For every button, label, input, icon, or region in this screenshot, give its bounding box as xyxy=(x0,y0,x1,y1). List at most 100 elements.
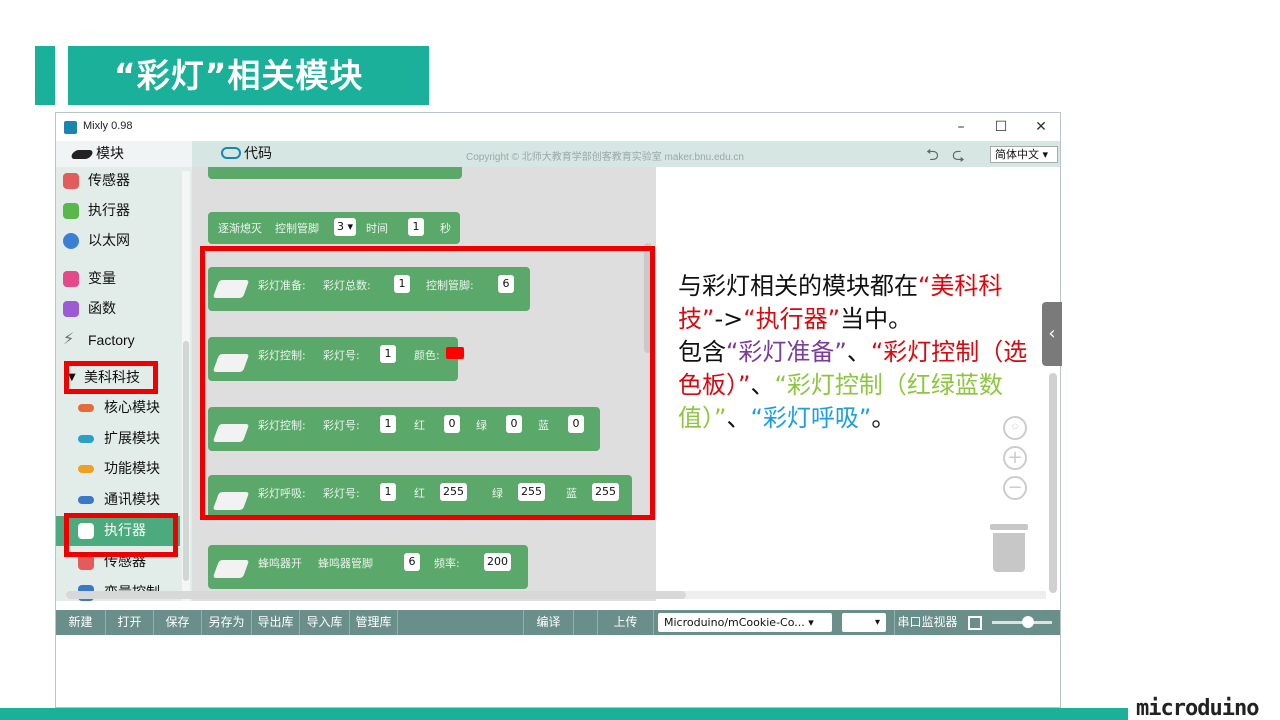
title-bar: Mixly 0.98 – ☐ ✕ xyxy=(56,113,1060,141)
note-text: 与彩灯相关的模块都在 xyxy=(678,272,918,300)
compile-button[interactable]: 编译 xyxy=(524,610,574,635)
toolbar-spacer xyxy=(398,610,524,635)
category-function-module[interactable]: 功能模块 xyxy=(56,454,180,484)
category-core-module[interactable]: 核心模块 xyxy=(56,393,180,423)
workspace-horizontal-scrollbar[interactable] xyxy=(66,591,1046,599)
slide-title: “彩灯”相关模块 xyxy=(68,46,429,105)
mixly-app-icon xyxy=(64,121,77,134)
zoom-slider-knob[interactable] xyxy=(1022,616,1034,628)
footer-bar xyxy=(0,708,1128,720)
tab-blocks[interactable]: 模块 xyxy=(56,141,192,167)
board-select[interactable]: Microduino/mCookie-Co... ▾ xyxy=(658,613,832,632)
category-extension-module[interactable]: 扩展模块 xyxy=(56,424,180,454)
highlight-led-blocks xyxy=(200,246,655,520)
open-button[interactable]: 打开 xyxy=(106,610,154,635)
new-button[interactable]: 新建 xyxy=(56,610,106,635)
comm-module-icon xyxy=(78,496,94,504)
category-variables[interactable]: 变量 xyxy=(56,264,180,294)
note-text: 当中。 xyxy=(840,305,913,333)
category-label: 通讯模块 xyxy=(104,492,160,508)
tab-code[interactable]: 代码 xyxy=(221,141,272,167)
note-item-breath: “彩灯呼吸” xyxy=(750,404,872,432)
bottom-toolbar: 新建 打开 保存 另存为 导出库 导入库 管理库 编译 上传 Microduin… xyxy=(56,610,1060,635)
annotation-text: 与彩灯相关的模块都在“美科科技”->“执行器”当中。 包含“彩灯准备”、“彩灯控… xyxy=(678,270,1034,435)
buzzer-pin-field[interactable]: 6 xyxy=(404,553,420,571)
frequency-field[interactable]: 200 xyxy=(484,553,511,571)
category-label: 函数 xyxy=(88,301,116,317)
block-label: 逐渐熄灭 xyxy=(218,222,262,235)
scrollbar-thumb[interactable] xyxy=(66,591,686,599)
block-buzzer-on[interactable]: 蜂鸣器开 蜂鸣器管脚 6 频率: 200 xyxy=(208,545,528,589)
category-label: 扩展模块 xyxy=(104,431,160,447)
block-label: 时间 xyxy=(366,222,388,235)
category-sensor[interactable]: 传感器 xyxy=(56,167,180,196)
globe-icon xyxy=(63,233,79,249)
note-text: 、 xyxy=(846,338,871,366)
category-actuator[interactable]: 执行器 xyxy=(56,196,180,226)
port-select[interactable]: ▾ xyxy=(842,613,886,632)
header-accent-bar xyxy=(35,46,55,105)
chip-icon[interactable] xyxy=(968,616,982,630)
workspace-vertical-scrollbar[interactable] xyxy=(1049,373,1057,593)
actuator-icon xyxy=(63,203,79,219)
trash-can xyxy=(993,533,1025,572)
brand-logo: microduino xyxy=(1136,696,1259,720)
time-field[interactable]: 1 xyxy=(408,218,424,236)
tab-blocks-label: 模块 xyxy=(96,146,124,162)
category-functions[interactable]: 函数 xyxy=(56,294,180,324)
slide: “彩灯”相关模块 Mixly 0.98 – ☐ ✕ 模块 代码 Copyrigh… xyxy=(0,0,1280,720)
note-text: 。 xyxy=(871,404,896,432)
minimize-button[interactable]: – xyxy=(946,117,976,137)
output-console[interactable] xyxy=(56,635,1060,707)
partial-block[interactable] xyxy=(208,167,462,179)
sensor-icon xyxy=(63,173,79,189)
block-label: 蜂鸣器管脚 xyxy=(318,557,373,570)
category-label: 核心模块 xyxy=(104,400,160,416)
category-label: Factory xyxy=(88,332,135,348)
category-scrollbar[interactable] xyxy=(182,171,190,601)
code-icon xyxy=(221,147,241,159)
scrollbar-thumb[interactable] xyxy=(183,341,189,581)
serial-monitor-button[interactable]: 串口监视器 xyxy=(894,610,960,635)
note-highlight: “执行器” xyxy=(743,305,841,333)
category-factory[interactable]: ⚡ Factory xyxy=(56,325,180,355)
window-title: Mixly 0.98 xyxy=(83,120,133,132)
tab-bar: 模块 代码 Copyright © 北师大教育学部创客教育实验室 maker.b… xyxy=(56,141,1060,167)
category-label: 传感器 xyxy=(88,173,130,189)
save-button[interactable]: 保存 xyxy=(154,610,202,635)
functions-icon xyxy=(63,301,79,317)
trash-icon[interactable] xyxy=(990,524,1028,572)
block-label: 蜂鸣器开 xyxy=(258,557,302,570)
save-as-button[interactable]: 另存为 xyxy=(202,610,252,635)
note-text: 、 xyxy=(726,404,751,432)
buzzer-icon xyxy=(212,560,250,578)
category-ethernet[interactable]: 以太网 xyxy=(56,226,180,256)
maximize-button[interactable]: ☐ xyxy=(986,117,1016,137)
tab-code-label: 代码 xyxy=(244,146,272,162)
category-label: 变量 xyxy=(88,271,116,287)
block-fade-out[interactable]: 逐渐熄灭 控制管脚 3 ▾ 时间 1 秒 xyxy=(208,212,460,244)
category-label: 功能模块 xyxy=(104,461,160,477)
note-text: -> xyxy=(714,305,744,333)
zoom-out-icon[interactable]: − xyxy=(1003,476,1027,500)
import-lib-button[interactable]: 导入库 xyxy=(300,610,350,635)
manage-lib-button[interactable]: 管理库 xyxy=(350,610,398,635)
upload-button[interactable]: 上传 xyxy=(598,610,654,635)
block-label: 秒 xyxy=(440,222,451,235)
language-select[interactable]: 简体中文 ▾ xyxy=(990,146,1058,163)
export-lib-button[interactable]: 导出库 xyxy=(252,610,300,635)
highlight-actuator-category xyxy=(64,513,178,557)
zoom-in-icon[interactable]: + xyxy=(1003,446,1027,470)
toolbar-spacer xyxy=(574,610,598,635)
block-label: 频率: xyxy=(434,557,460,570)
pin-dropdown[interactable]: 3 ▾ xyxy=(334,218,357,236)
note-text: 、 xyxy=(750,371,775,399)
blocks-icon xyxy=(69,150,95,159)
core-module-icon xyxy=(78,404,94,412)
category-comm-module[interactable]: 通讯模块 xyxy=(56,485,180,515)
collapse-chevron-icon[interactable]: ‹ xyxy=(1042,302,1062,366)
trash-lid xyxy=(990,524,1028,530)
note-text: 包含 xyxy=(678,338,726,366)
close-button[interactable]: ✕ xyxy=(1026,117,1056,137)
highlight-meike-category xyxy=(64,361,158,394)
